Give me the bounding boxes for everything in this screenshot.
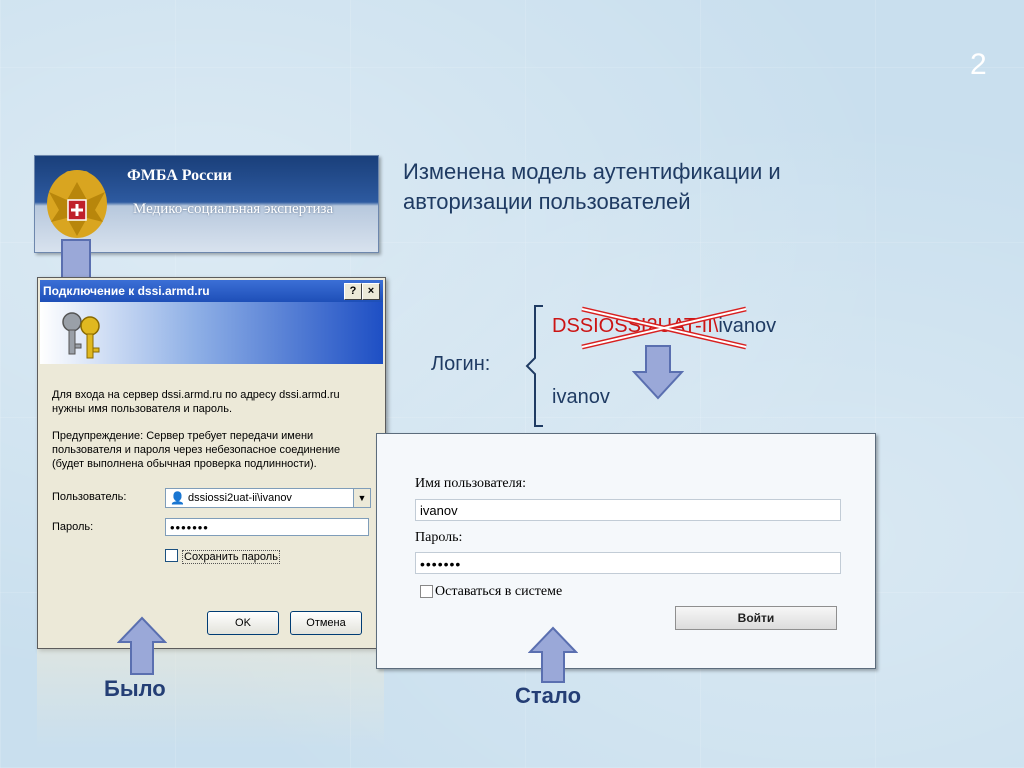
- slide-number: 2: [970, 48, 987, 81]
- close-button[interactable]: ×: [362, 283, 380, 300]
- dialog-titlebar: Подключение к dssi.armd.ru ? ×: [40, 280, 383, 302]
- slide-heading: Изменена модель аутентификации и авториз…: [403, 159, 781, 214]
- stay-signed-in-checkbox[interactable]: [420, 585, 433, 598]
- warning-text-3: (будет выполнена обычная проверка подлин…: [52, 458, 317, 470]
- intro-text-2: нужны имя пользователя и пароль.: [52, 403, 233, 415]
- remember-password-checkbox[interactable]: [165, 549, 178, 562]
- chevron-down-icon[interactable]: ▼: [353, 489, 370, 507]
- dialog-header-graphic: [40, 302, 383, 364]
- caption-after: Стало: [515, 683, 582, 708]
- eagle-emblem-icon: [47, 170, 107, 238]
- user-combobox-value: dssiossi2uat-ii\ivanov: [188, 492, 292, 504]
- warning-text-2: пользователя и пароля через небезопасное…: [52, 444, 341, 456]
- caption-before: Было: [104, 676, 166, 701]
- old-login-dialog: Подключение к dssi.armd.ru ? × Для входа…: [37, 277, 386, 649]
- dialog-reflection: [37, 649, 384, 749]
- password-label: Пароль:: [52, 521, 94, 533]
- new-login-form: Имя пользователя: ivanov Пароль: •••••••…: [376, 433, 876, 669]
- login-button[interactable]: Войти: [675, 606, 837, 630]
- brace-icon: [525, 305, 543, 427]
- password-label: Пароль:: [415, 530, 463, 545]
- new-login-value: ivanov: [552, 386, 610, 408]
- up-arrow-icon: [528, 626, 578, 683]
- user-label: Пользователь:: [52, 491, 127, 503]
- up-arrow-icon: [117, 616, 167, 675]
- password-field[interactable]: •••••••: [165, 518, 369, 536]
- warning-text-1: Предупреждение: Сервер требует передачи …: [52, 430, 314, 442]
- user-combobox[interactable]: 👤 dssiossi2uat-ii\ivanov ▼: [165, 488, 371, 508]
- username-label: Имя пользователя:: [415, 476, 526, 491]
- intro-text-1: Для входа на сервер dssi.armd.ru по адре…: [52, 389, 340, 401]
- remember-password-label[interactable]: Сохранить пароль: [182, 550, 280, 564]
- keys-icon: [62, 312, 100, 359]
- help-button[interactable]: ?: [344, 283, 362, 300]
- banner-subtitle: Медико-социальная экспертиза: [133, 201, 334, 217]
- user-avatar-icon: 👤: [170, 491, 185, 505]
- banner-title: ФМБА России: [127, 167, 232, 184]
- down-arrow-icon: [632, 345, 684, 400]
- dialog-title: Подключение к dssi.armd.ru: [43, 284, 210, 298]
- cancel-button[interactable]: Отмена: [290, 611, 362, 635]
- ok-button[interactable]: OK: [207, 611, 279, 635]
- password-input[interactable]: •••••••: [415, 552, 841, 574]
- stay-signed-in-label: Оставаться в системе: [435, 584, 563, 599]
- login-label: Логин:: [431, 353, 491, 375]
- username-input[interactable]: ivanov: [415, 499, 841, 521]
